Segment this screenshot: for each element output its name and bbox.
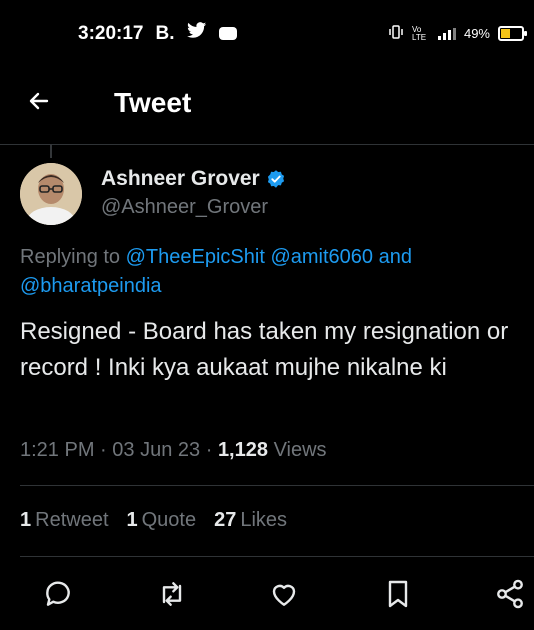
views-count: 1,128: [217, 439, 268, 461]
meta-separator: ·: [100, 439, 107, 461]
retweets-stat[interactable]: 1 Retweet: [20, 509, 109, 532]
likes-stat[interactable]: 27 Likes: [214, 509, 287, 532]
page-title: Tweet: [114, 87, 192, 118]
divider: [20, 485, 534, 486]
top-header: Tweet: [0, 66, 534, 145]
views-label: Views: [273, 439, 327, 461]
divider: [20, 556, 534, 557]
vibrate-icon: [388, 25, 404, 42]
retweets-count: 1: [20, 509, 32, 531]
retweets-label: Retweet: [35, 509, 109, 531]
battery-percent: 49%: [463, 26, 490, 41]
author-name-text[interactable]: Ashneer Grover: [101, 167, 260, 191]
author-avatar[interactable]: [20, 163, 82, 225]
likes-label: Likes: [240, 509, 288, 531]
bookmark-icon[interactable]: [382, 578, 414, 610]
author-name[interactable]: Ashneer Grover: [101, 167, 286, 191]
like-heart-icon[interactable]: [268, 578, 300, 610]
status-bar: 3:20:17 B. Vo LTE 49%: [0, 0, 534, 66]
quotes-stat[interactable]: 1 Quote: [127, 509, 197, 532]
mention-link[interactable]: @bharatpeindia: [20, 275, 162, 297]
engagement-stats: 1 Retweet 1 Quote 27 Likes: [20, 509, 287, 532]
mention-link[interactable]: @amit6060: [270, 246, 373, 268]
twitter-bird-icon: [186, 22, 207, 45]
status-right: Vo LTE 49%: [388, 24, 527, 42]
tweet-text: Resigned - Board has taken my resignatio…: [20, 318, 509, 381]
author-handle[interactable]: @Ashneer_Grover: [101, 196, 268, 219]
mention-and[interactable]: and: [379, 246, 412, 268]
replying-to: Replying to @TheeEpicShit @amit6060 and …: [20, 243, 510, 301]
likes-count: 27: [214, 509, 237, 531]
back-arrow-icon[interactable]: [27, 82, 51, 122]
tweet-meta: 1:21 PM · 03 Jun 23 · 1,128 Views: [20, 439, 327, 462]
meta-separator: ·: [205, 439, 213, 461]
battery-icon: [498, 26, 527, 41]
thread-connector-line: [50, 144, 52, 158]
mention-link[interactable]: @TheeEpicShit: [126, 246, 265, 268]
retweet-icon[interactable]: [156, 578, 188, 610]
tweet-date[interactable]: 03 Jun 23: [112, 439, 200, 461]
status-time: 3:20:17: [78, 22, 144, 44]
quotes-count: 1: [126, 509, 138, 531]
carrier-label: B.: [155, 22, 175, 44]
reply-icon[interactable]: [42, 578, 74, 610]
quotes-label: Quote: [141, 509, 197, 531]
verified-badge-icon: [266, 169, 286, 189]
status-left: 3:20:17 B.: [78, 22, 237, 45]
tweet-time[interactable]: 1:21 PM: [20, 439, 94, 461]
replying-prefix: Replying to: [20, 246, 121, 268]
signal-icon: [437, 27, 456, 40]
action-bar: [0, 574, 534, 614]
app-notification-icon: [218, 27, 237, 40]
volte-label: Vo LTE: [411, 24, 427, 42]
share-icon[interactable]: [494, 578, 526, 610]
